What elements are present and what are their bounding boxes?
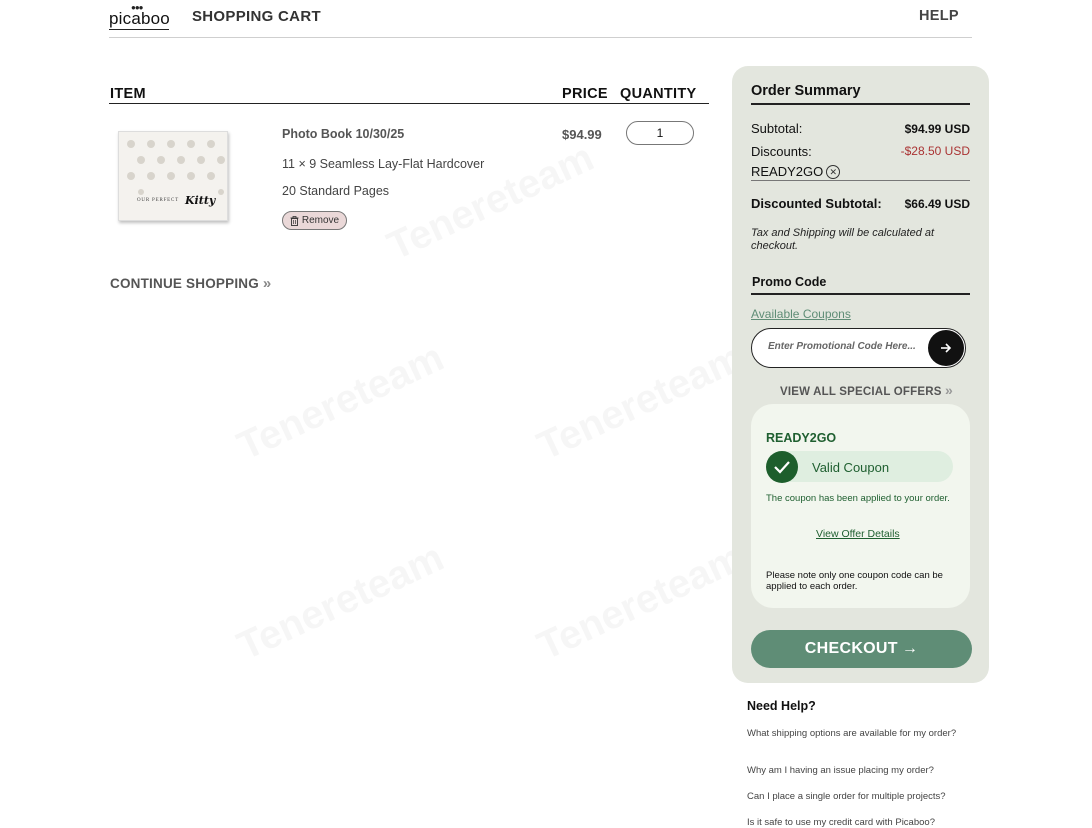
order-summary-title: Order Summary	[751, 83, 861, 99]
page-title: SHOPPING CART	[192, 8, 321, 25]
checkout-button[interactable]: CHECKOUT →	[751, 630, 972, 668]
check-icon	[766, 451, 798, 483]
trash-icon	[290, 215, 299, 226]
thumbnail-script: Kitty	[185, 194, 216, 207]
coupon-code: READY2GO	[766, 431, 837, 445]
discounted-subtotal-label: Discounted Subtotal:	[751, 196, 882, 211]
discounts-label: Discounts:	[751, 144, 812, 159]
view-offer-details-link[interactable]: View Offer Details	[816, 528, 900, 540]
double-chevron-right-icon: »	[262, 275, 272, 292]
watermark: Tenereteam	[231, 335, 451, 469]
faq-link[interactable]: What shipping options are available for …	[747, 728, 957, 739]
applied-coupon-tag: READY2GO ✕	[751, 164, 841, 179]
coupon-status-text: Valid Coupon	[812, 460, 890, 475]
applied-coupon-code: READY2GO	[751, 164, 824, 179]
thumbnail-caption: OUR PERFECT	[137, 198, 180, 203]
continue-shopping-label: CONTINUE SHOPPING	[110, 276, 259, 291]
logo-wordmark: picaboo	[109, 9, 170, 28]
tax-shipping-note: Tax and Shipping will be calculated at c…	[751, 227, 935, 252]
checkout-label: CHECKOUT	[804, 640, 898, 657]
arrow-right-icon	[941, 343, 952, 353]
logo-underline	[109, 29, 169, 30]
subtotal-label: Subtotal:	[751, 121, 803, 136]
coupon-limit-note: Please note only one coupon code can be …	[766, 570, 943, 592]
promo-code-title: Promo Code	[752, 275, 827, 289]
column-header-item: ITEM	[110, 86, 146, 102]
view-offers-label: VIEW ALL SPECIAL OFFERS	[780, 386, 942, 398]
discounts-value: -$28.50 USD	[900, 144, 970, 158]
discounted-subtotal-value: $66.49 USD	[904, 197, 970, 211]
watermark: Tenereteam	[231, 535, 451, 669]
remove-label: Remove	[301, 215, 340, 226]
available-coupons-link[interactable]: Available Coupons	[751, 307, 851, 321]
double-chevron-right-icon: »	[944, 382, 953, 398]
watermark: Tenereteam	[531, 535, 751, 669]
item-pages: 20 Standard Pages	[282, 184, 390, 198]
remove-button[interactable]: Remove	[282, 211, 347, 230]
item-title[interactable]: Photo Book 10/30/25	[282, 127, 404, 141]
quantity-input[interactable]	[626, 121, 694, 145]
continue-shopping-link[interactable]: CONTINUE SHOPPING »	[110, 275, 271, 292]
watermark: Tenereteam	[531, 335, 751, 469]
need-help-title: Need Help?	[747, 699, 816, 713]
item-description: 11 × 9 Seamless Lay-Flat Hardcover	[282, 157, 485, 171]
summary-divider-thin	[751, 180, 970, 181]
view-special-offers-link[interactable]: VIEW ALL SPECIAL OFFERS »	[780, 382, 953, 398]
faq-link[interactable]: Can I place a single order for multiple …	[747, 791, 957, 802]
promo-divider	[751, 293, 970, 295]
column-header-price: PRICE	[562, 86, 608, 102]
coupon-applied-message: The coupon has been applied to your orde…	[766, 493, 950, 504]
item-price: $94.99	[562, 127, 602, 142]
product-thumbnail[interactable]: OUR PERFECT Kitty	[118, 131, 228, 221]
summary-divider	[751, 103, 970, 105]
column-header-quantity: QUANTITY	[620, 86, 697, 102]
faq-link[interactable]: Is it safe to use my credit card with Pi…	[747, 817, 957, 828]
help-link[interactable]: HELP	[919, 8, 959, 24]
remove-coupon-icon[interactable]: ✕	[826, 164, 841, 179]
subtotal-value: $94.99 USD	[904, 122, 970, 136]
faq-link[interactable]: Why am I having an issue placing my orde…	[747, 765, 957, 776]
arrow-right-icon: →	[901, 640, 919, 657]
watermark: Tenereteam	[381, 135, 601, 269]
picaboo-logo[interactable]: ●●● picaboo	[109, 4, 170, 30]
promo-code-field	[751, 328, 966, 368]
apply-promo-button[interactable]	[928, 330, 964, 366]
table-divider	[109, 103, 709, 104]
header-divider	[109, 37, 972, 38]
promo-code-input[interactable]	[768, 341, 928, 352]
